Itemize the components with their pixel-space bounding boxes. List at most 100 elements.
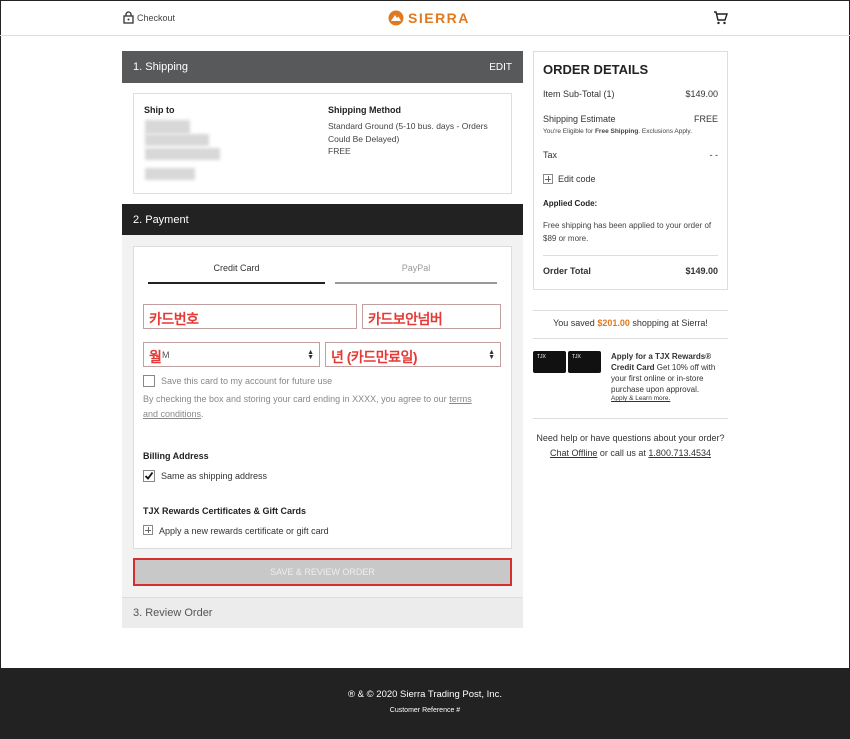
free-shipping-note-post: . Exclusions Apply. xyxy=(638,128,693,135)
select-arrows-icon: ▲ ▼ xyxy=(307,349,314,361)
tjx-card-label: TJX xyxy=(572,354,581,360)
subtotal-label: Item Sub-Total (1) xyxy=(543,89,615,99)
expiry-month-select[interactable]: 월 M ▲ ▼ xyxy=(143,342,320,367)
tjx-rewards-title: TJX Rewards Certificates & Gift Cards xyxy=(143,506,307,516)
savings-pre: You saved xyxy=(553,318,598,328)
billing-address-title: Billing Address xyxy=(143,451,209,461)
brand-name: SIERRA xyxy=(408,10,470,26)
footer-customer-reference: Customer Reference # xyxy=(389,707,461,714)
month-annotation: 월 xyxy=(149,349,162,365)
edit-code-label: Edit code xyxy=(558,174,596,184)
security-code-input[interactable]: 카드보안넘버 xyxy=(362,304,501,329)
edit-code-link[interactable]: Edit code xyxy=(543,174,596,184)
redacted-address-line xyxy=(145,120,190,134)
order-total-label: Order Total xyxy=(543,266,591,276)
consent-text: By checking the box and storing your car… xyxy=(143,392,488,422)
shipping-step-header: 1. Shipping EDIT xyxy=(122,51,523,83)
checkmark-icon xyxy=(144,471,154,480)
order-total-value: $149.00 xyxy=(685,266,718,276)
shipping-summary: Ship to Shipping Method Standard Ground … xyxy=(133,93,512,194)
tab-credit-card[interactable]: Credit Card xyxy=(148,263,325,273)
help-text: Need help or have questions about your o… xyxy=(533,431,728,461)
save-card-checkbox[interactable] xyxy=(143,375,155,387)
tax-value: - - xyxy=(709,150,719,160)
divider xyxy=(533,418,728,419)
free-shipping-note: You're Eligible for Free Shipping. Exclu… xyxy=(543,128,692,135)
review-step-header: 3. Review Order xyxy=(122,597,523,628)
phone-link[interactable]: 1.800.713.4534 xyxy=(648,448,711,458)
same-address-label: Same as shipping address xyxy=(161,471,268,481)
card-number-input[interactable]: 카드번호 xyxy=(143,304,357,329)
site-header: Checkout SIERRA xyxy=(0,0,850,36)
help-mid: or call us at xyxy=(597,448,649,458)
order-details-title: ORDER DETAILS xyxy=(543,62,649,77)
shipping-edit-link[interactable]: EDIT xyxy=(489,62,512,73)
divider xyxy=(543,255,718,256)
shipping-estimate-label: Shipping Estimate xyxy=(543,114,616,124)
shipping-step-title: 1. Shipping xyxy=(133,61,189,73)
payment-step-title: 2. Payment xyxy=(133,214,189,226)
shipping-estimate-row: Shipping Estimate FREE xyxy=(543,114,718,124)
tjx-credit-card-image: TJX xyxy=(568,351,601,373)
tab-credit-card-underline xyxy=(148,282,325,284)
help-question: Need help or have questions about your o… xyxy=(536,433,725,443)
month-value: M xyxy=(162,350,170,360)
chat-offline-link[interactable]: Chat Offline xyxy=(550,448,597,458)
tax-row: Tax - - xyxy=(543,150,718,160)
free-shipping-note-bold: Free Shipping xyxy=(594,128,639,135)
savings-amount: $201.00 xyxy=(597,318,630,328)
savings-message: You saved $201.00 shopping at Sierra! xyxy=(533,318,728,328)
shipping-method-text: Standard Ground (5-10 bus. days - Orders… xyxy=(328,121,488,144)
redacted-address-line xyxy=(145,134,209,146)
shipping-estimate-value: FREE xyxy=(693,114,718,124)
savings-post: shopping at Sierra! xyxy=(629,318,708,328)
tab-paypal[interactable]: PayPal xyxy=(335,263,497,273)
shipping-method-label: Shipping Method xyxy=(328,105,401,115)
divider xyxy=(533,338,728,339)
checkout-label: Checkout xyxy=(137,12,176,23)
plus-icon xyxy=(543,174,553,184)
checkout-indicator: Checkout xyxy=(123,11,175,24)
subtotal-row: Item Sub-Total (1) $149.00 xyxy=(543,89,718,99)
same-address-checkbox[interactable] xyxy=(143,470,155,482)
sierra-logo-icon xyxy=(388,10,404,26)
tab-credit-card-label: Credit Card xyxy=(213,263,260,273)
subtotal-value: $149.00 xyxy=(685,89,718,99)
consent-text-start: By checking the box and storing your car… xyxy=(143,394,450,404)
footer-copyright: ® & © 2020 Sierra Trading Post, Inc. xyxy=(348,689,502,700)
divider xyxy=(533,310,728,311)
tjx-promo-text: Apply for a TJX Rewards® Credit Card Get… xyxy=(611,351,729,395)
cart-button[interactable] xyxy=(713,11,728,28)
free-shipping-note-pre: You're Eligible for xyxy=(543,128,595,135)
sierra-logo[interactable]: SIERRA xyxy=(388,10,470,26)
year-annotation: 년 (카드만료일) xyxy=(331,349,418,365)
cart-icon xyxy=(714,11,728,25)
ship-to-label: Ship to xyxy=(144,105,175,115)
redacted-address-line xyxy=(145,148,220,160)
help-contact: Chat Offline or call us at 1.800.713.453… xyxy=(533,446,728,461)
tjx-card-label: TJX xyxy=(537,354,546,360)
tjx-apply-learn-link[interactable]: Apply & Learn more. xyxy=(611,395,670,402)
review-step-title: 3. Review Order xyxy=(133,607,213,619)
tjx-credit-card-image: TJX xyxy=(533,351,566,373)
applied-code-text: Free shipping has been applied to your o… xyxy=(543,221,712,243)
shipping-method-cost: FREE xyxy=(328,146,351,156)
payment-step-header: 2. Payment xyxy=(122,204,523,236)
save-card-label: Save this card to my account for future … xyxy=(161,376,333,386)
select-arrows-icon: ▲ ▼ xyxy=(488,349,495,361)
order-total-row: Order Total $149.00 xyxy=(543,266,718,276)
tab-paypal-label: PayPal xyxy=(401,263,431,273)
site-footer: ® & © 2020 Sierra Trading Post, Inc. Cus… xyxy=(0,668,850,739)
plus-icon[interactable] xyxy=(143,525,153,535)
lock-icon xyxy=(123,11,134,24)
save-review-order-button[interactable]: SAVE & REVIEW ORDER xyxy=(133,558,512,586)
tab-paypal-underline xyxy=(335,282,497,284)
card-number-annotation: 카드번호 xyxy=(149,311,199,327)
security-code-annotation: 카드보안넘버 xyxy=(368,311,443,327)
save-review-order-label: SAVE & REVIEW ORDER xyxy=(270,567,375,577)
tjx-apply-link[interactable]: Apply a new rewards certificate or gift … xyxy=(159,526,329,536)
expiry-year-select[interactable]: 년 (카드만료일) ▲ ▼ xyxy=(325,342,501,367)
redacted-address-line xyxy=(145,168,195,180)
applied-code-label: Applied Code: xyxy=(543,199,598,208)
tax-label: Tax xyxy=(543,150,558,160)
